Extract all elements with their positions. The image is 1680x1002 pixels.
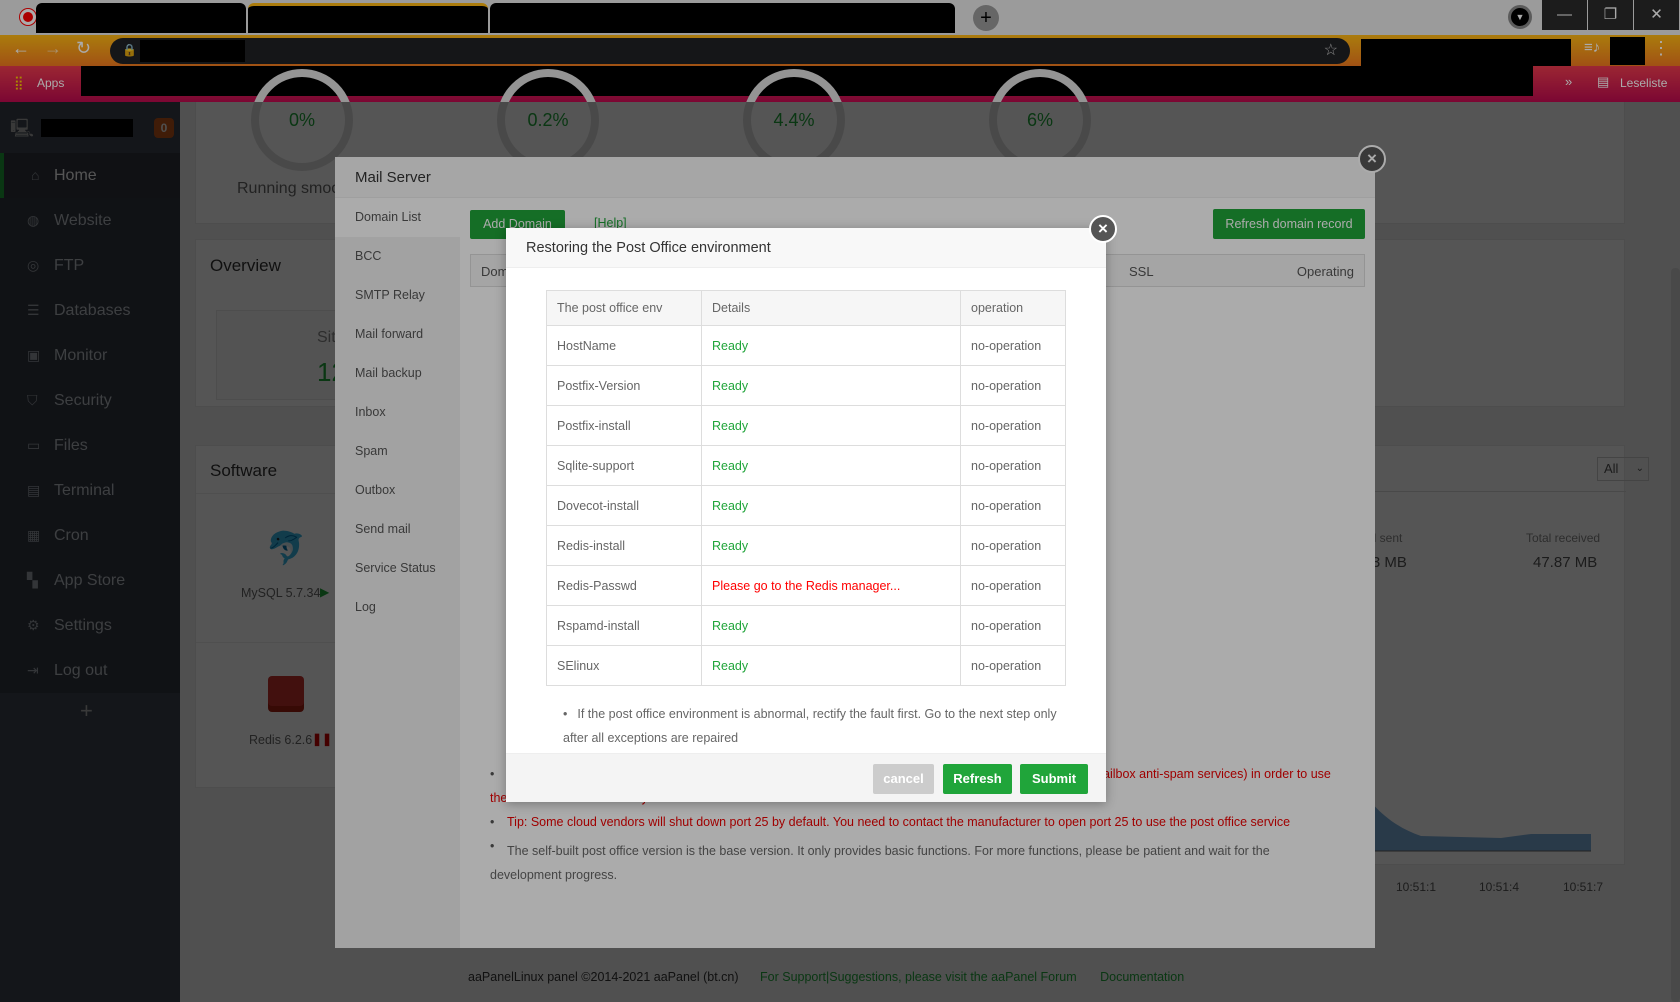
dialog-footer: cancel Refresh Submit [506,753,1106,802]
env-operation: no-operation [960,445,1066,486]
env-operation: no-operation [960,605,1066,646]
table-row: SElinux Ready no-operation [546,645,1066,686]
table-row: Rspamd-install Ready no-operation [546,605,1066,646]
table-row: Redis-Passwd Please go to the Redis manag… [546,565,1066,606]
env-operation: no-operation [960,365,1066,406]
env-note: • If the post office environment is abnor… [563,702,1063,750]
env-name: Dovecot-install [546,485,702,526]
env-operation: no-operation [960,645,1066,686]
note-bullet: • [563,707,568,721]
env-operation: no-operation [960,485,1066,526]
table-row: Dovecot-install Ready no-operation [546,485,1066,526]
dialog-title: Restoring the Post Office environment [506,228,1106,268]
env-details: Ready [701,485,961,526]
table-header-row: The post office env Details operation [546,290,1066,326]
col-env: The post office env [546,290,702,326]
cancel-button[interactable]: cancel [873,764,934,794]
env-name: Postfix-Version [546,365,702,406]
env-operation: no-operation [960,525,1066,566]
col-details: Details [701,290,961,326]
restore-env-dialog: Restoring the Post Office environment Th… [506,228,1106,802]
env-name: Sqlite-support [546,445,702,486]
env-details: Ready [701,445,961,486]
table-row: Redis-install Ready no-operation [546,525,1066,566]
env-operation: no-operation [960,405,1066,446]
col-operation: operation [960,290,1066,326]
table-row: Sqlite-support Ready no-operation [546,445,1066,486]
env-operation: no-operation [960,565,1066,606]
submit-button[interactable]: Submit [1020,764,1088,794]
env-name: Postfix-install [546,405,702,446]
env-name: HostName [546,325,702,366]
table-row: HostName Ready no-operation [546,325,1066,366]
env-name: Rspamd-install [546,605,702,646]
env-name: Redis-Passwd [546,565,702,606]
env-table: The post office env Details operation Ho… [546,290,1066,686]
env-details: Ready [701,605,961,646]
env-operation: no-operation [960,325,1066,366]
env-name: Redis-install [546,525,702,566]
refresh-button[interactable]: Refresh [943,764,1012,794]
env-details[interactable]: Please go to the Redis manager... [701,565,961,606]
env-details: Ready [701,365,961,406]
env-name: SElinux [546,645,702,686]
note-text: If the post office environment is abnorm… [563,707,1057,745]
close-dialog-button[interactable]: × [1089,215,1117,243]
env-details: Ready [701,525,961,566]
table-row: Postfix-Version Ready no-operation [546,365,1066,406]
env-details: Ready [701,325,961,366]
table-row: Postfix-install Ready no-operation [546,405,1066,446]
env-details: Ready [701,645,961,686]
env-details: Ready [701,405,961,446]
